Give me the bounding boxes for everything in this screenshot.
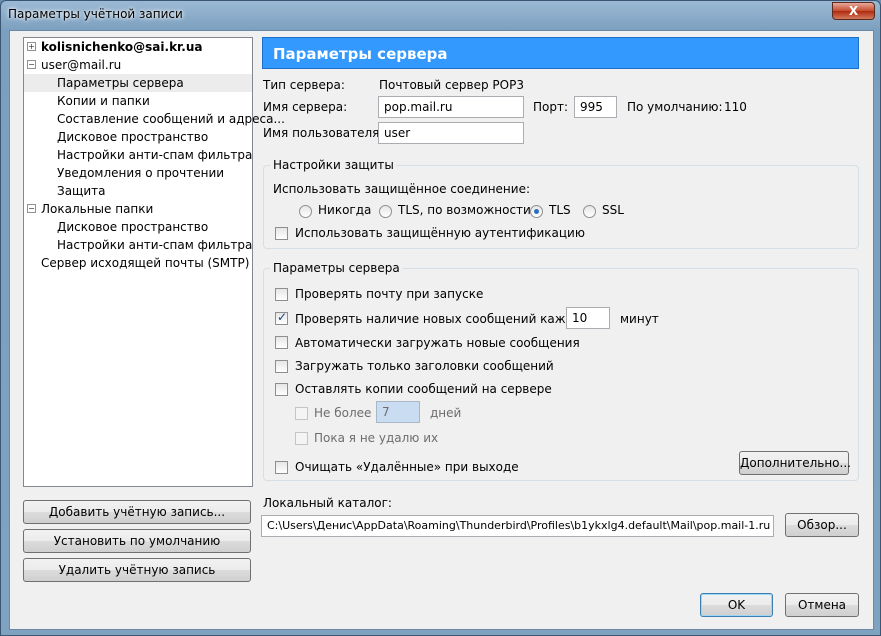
radio-never-label[interactable]: Никогда: [318, 203, 371, 217]
default-port-label: По умолчанию:: [627, 100, 723, 114]
tree-item-label: Дисковое пространство: [57, 220, 209, 234]
until-delete-checkbox[interactable]: [295, 432, 308, 445]
server-type-value: Почтовый сервер POP3: [379, 78, 524, 92]
tree-item-server-settings[interactable]: Параметры сервера: [24, 74, 252, 92]
tree-item-copies-folders[interactable]: Копии и папки: [24, 92, 252, 110]
port-input[interactable]: 995: [574, 96, 617, 118]
radio-tls-if-available-label[interactable]: TLS, по возможности: [398, 203, 531, 217]
local-dir-label: Локальный каталог:: [263, 496, 392, 510]
set-default-button[interactable]: Установить по умолчанию: [23, 529, 251, 553]
check-on-start-checkbox[interactable]: [275, 288, 288, 301]
local-dir-input[interactable]: C:\Users\Денис\AppData\Roaming\Thunderbi…: [261, 515, 774, 537]
tree-item-outgoing-smtp[interactable]: Сервер исходящей почты (SMTP): [24, 254, 252, 272]
remove-account-button[interactable]: Удалить учётную запись: [23, 558, 251, 582]
dialog-client-area: + kolisnichenko@sai.kr.ua − user@mail.ru…: [9, 30, 874, 630]
secure-auth-label[interactable]: Использовать защищённую аутентификацию: [295, 226, 585, 240]
tree-item-local-disk-space[interactable]: Дисковое пространство: [24, 218, 252, 236]
tree-item-label: user@mail.ru: [41, 58, 122, 72]
account-tree[interactable]: + kolisnichenko@sai.kr.ua − user@mail.ru…: [23, 37, 285, 487]
tree-item-label: Уведомления о прочтении: [57, 166, 225, 180]
security-legend: Настройки защиты: [270, 158, 397, 172]
tree-item-composition[interactable]: Составление сообщений и адреса...: [24, 110, 285, 128]
check-every-label[interactable]: Проверять наличие новых сообщений каждые: [295, 312, 591, 326]
tree-item-label: Настройки анти-спам фильтра: [57, 148, 253, 162]
secure-connection-label: Использовать защищённое соединение:: [273, 182, 530, 196]
tree-item-label: Составление сообщений и адреса...: [57, 112, 285, 126]
cancel-button[interactable]: Отмена: [785, 593, 859, 617]
not-more-checkbox[interactable]: [295, 407, 308, 420]
radio-tls-label[interactable]: TLS: [549, 203, 571, 217]
tree-item-label: Локальные папки: [41, 202, 154, 216]
days-input[interactable]: 7: [376, 401, 420, 423]
tree-item-label: Сервер исходящей почты (SMTP): [41, 256, 250, 270]
advanced-button[interactable]: Дополнительно...: [739, 451, 851, 475]
browse-button[interactable]: Обзор...: [785, 513, 859, 537]
auto-download-checkbox[interactable]: [275, 336, 288, 349]
tree-item-label: Дисковое пространство: [57, 130, 209, 144]
check-on-start-label[interactable]: Проверять почту при запуске: [295, 287, 483, 301]
leave-on-server-checkbox[interactable]: [275, 383, 288, 396]
server-settings-legend: Параметры сервера: [270, 261, 403, 275]
leave-on-server-label[interactable]: Оставлять копии сообщений на сервере: [295, 382, 552, 396]
empty-trash-label[interactable]: Очищать «Удалённые» при выходе: [295, 460, 519, 474]
username-label: Имя пользователя:: [263, 126, 384, 140]
expand-icon[interactable]: +: [27, 42, 36, 51]
secure-auth-checkbox[interactable]: [275, 227, 288, 240]
account-settings-window: Параметры учётной записи X + kolisnichen…: [0, 0, 881, 636]
add-account-button[interactable]: Добавить учётную запись...: [23, 500, 251, 524]
radio-tls[interactable]: [530, 205, 543, 218]
tree-item-label: Параметры сервера: [57, 76, 184, 90]
tree-item-security[interactable]: Защита: [24, 182, 252, 200]
tree-item-label: Копии и папки: [57, 94, 150, 108]
headers-only-checkbox[interactable]: [275, 360, 288, 373]
collapse-icon[interactable]: −: [27, 204, 36, 213]
radio-ssl-label[interactable]: SSL: [602, 203, 624, 217]
username-input[interactable]: user: [378, 122, 524, 144]
tree-item-label: Защита: [57, 184, 106, 198]
collapse-icon[interactable]: −: [27, 60, 36, 69]
tree-item-local-junk-settings[interactable]: Настройки анти-спам фильтра: [24, 236, 252, 254]
tree-item-user-mail[interactable]: − user@mail.ru: [24, 56, 252, 74]
title-bar: Параметры учётной записи X: [1, 1, 880, 29]
days-label: дней: [430, 406, 462, 420]
server-name-label: Имя сервера:: [263, 100, 348, 114]
tree-item-local-folders[interactable]: − Локальные папки: [24, 200, 252, 218]
until-delete-label[interactable]: Пока я не удалю их: [314, 431, 438, 445]
ok-button[interactable]: OK: [700, 593, 773, 617]
close-button[interactable]: X: [832, 2, 875, 20]
tree-item-kolisnichenko[interactable]: + kolisnichenko@sai.kr.ua: [24, 38, 252, 56]
not-more-label[interactable]: Не более: [314, 406, 371, 420]
auto-download-label[interactable]: Автоматически загружать новые сообщения: [295, 336, 580, 350]
check-every-checkbox[interactable]: [275, 310, 288, 325]
tree-item-junk-settings[interactable]: Настройки анти-спам фильтра: [24, 146, 252, 164]
minutes-label: минут: [620, 312, 659, 326]
tree-item-disk-space[interactable]: Дисковое пространство: [24, 128, 252, 146]
window-title: Параметры учётной записи: [8, 7, 183, 21]
radio-tls-if-available[interactable]: [379, 205, 392, 218]
headers-only-label[interactable]: Загружать только заголовки сообщений: [295, 359, 554, 373]
server-type-label: Тип сервера:: [263, 78, 345, 92]
empty-trash-checkbox[interactable]: [275, 461, 288, 474]
tree-item-label: Настройки анти-спам фильтра: [57, 238, 253, 252]
radio-ssl[interactable]: [583, 205, 596, 218]
default-port-value: 110: [724, 100, 747, 114]
tree-item-return-receipts[interactable]: Уведомления о прочтении: [24, 164, 252, 182]
radio-never[interactable]: [299, 205, 312, 218]
port-label: Порт:: [533, 100, 569, 114]
panel-header: Параметры сервера: [262, 37, 859, 69]
check-interval-input[interactable]: 10: [566, 307, 610, 329]
tree-item-label: kolisnichenko@sai.kr.ua: [41, 40, 203, 54]
server-name-input[interactable]: pop.mail.ru: [378, 96, 524, 118]
